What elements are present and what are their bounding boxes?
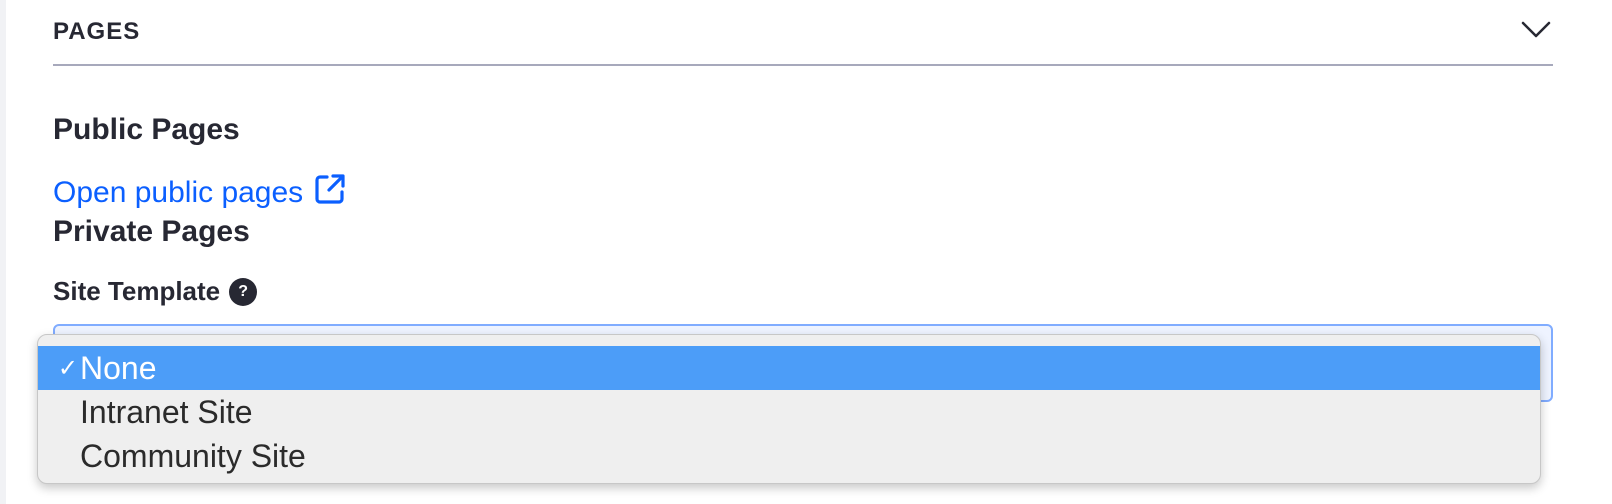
option-label: Community Site: [80, 438, 306, 474]
private-pages-heading: Private Pages: [53, 215, 250, 248]
site-template-label-row: Site Template ?: [53, 276, 258, 307]
option-label: None: [80, 350, 157, 386]
pages-panel: PAGES Public Pages Open public pages Pri…: [6, 0, 1612, 504]
open-public-pages-link[interactable]: Open public pages: [53, 172, 347, 214]
option-community-site[interactable]: Community Site: [38, 434, 1540, 478]
option-label: Intranet Site: [80, 394, 253, 430]
section-title: PAGES: [53, 18, 141, 45]
external-link-icon: [313, 172, 347, 214]
option-intranet-site[interactable]: Intranet Site: [38, 390, 1540, 434]
public-pages-heading: Public Pages: [53, 113, 240, 146]
option-none[interactable]: ✓ None: [38, 346, 1540, 390]
pages-section-header[interactable]: PAGES: [53, 0, 1553, 66]
open-public-pages-label: Open public pages: [53, 176, 304, 209]
chevron-down-icon[interactable]: [1519, 16, 1553, 44]
help-icon[interactable]: ?: [229, 277, 258, 306]
site-template-label: Site Template: [53, 276, 221, 306]
checkmark-icon: ✓: [57, 354, 78, 382]
site-template-dropdown[interactable]: ✓ None Intranet Site Community Site: [37, 334, 1541, 484]
